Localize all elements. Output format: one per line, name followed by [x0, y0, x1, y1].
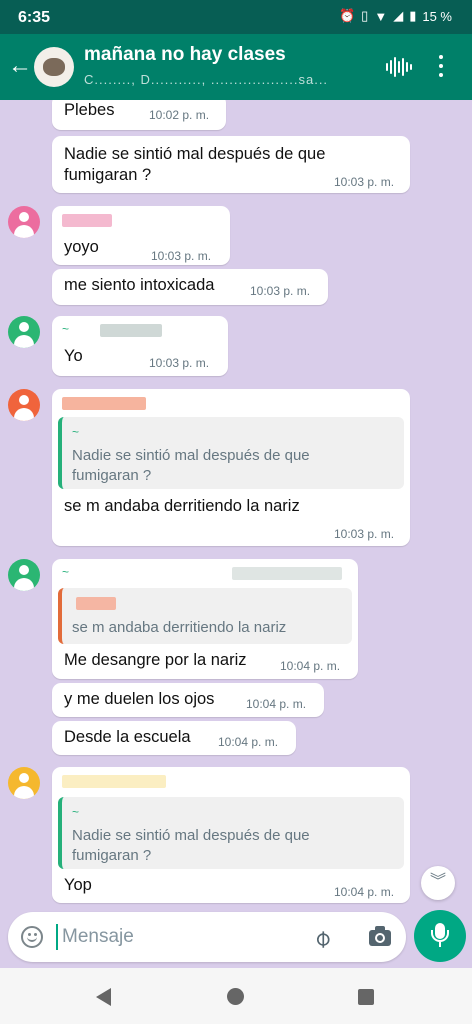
message-input[interactable]	[56, 924, 296, 950]
message-bubble[interactable]: ~ se m andaba derritiendo la nariz Me de…	[52, 559, 358, 679]
message-bubble[interactable]: Plebes 10:02 p. m.	[52, 100, 226, 130]
nav-recents-icon[interactable]	[358, 989, 374, 1005]
sender-name: ~	[62, 322, 70, 336]
message-text: Yop	[64, 876, 92, 894]
chat-area[interactable]: Plebes 10:02 p. m. Nadie se sintió mal d…	[0, 100, 472, 918]
message-text: se m andaba derritiendo la nariz	[64, 497, 300, 515]
status-bar: 6:35 ⏰ ▯ ▼ ◢ ▮ 15 %	[0, 0, 472, 34]
status-icons: ⏰ ▯ ▼ ◢ ▮ 15 %	[339, 8, 452, 24]
emoji-icon[interactable]	[21, 926, 43, 948]
message-bubble[interactable]: ~ Nadie se sintió mal después de que fum…	[52, 767, 410, 903]
group-title[interactable]: mañana no hay clases	[84, 44, 286, 66]
sender-name	[62, 214, 112, 227]
message-bubble[interactable]: y me duelen los ojos 10:04 p. m.	[52, 683, 324, 717]
message-time: 10:04 p. m.	[334, 885, 395, 899]
message-time: 10:03 p. m.	[149, 356, 210, 370]
group-avatar[interactable]	[34, 47, 74, 87]
message-bubble[interactable]: Desde la escuela 10:04 p. m.	[52, 721, 296, 755]
voice-call-icon[interactable]	[386, 56, 412, 78]
quoted-message[interactable]: se m andaba derritiendo la nariz	[58, 588, 352, 644]
vibrate-icon: ▯	[361, 8, 369, 23]
sender-avatar[interactable]	[8, 206, 40, 238]
quoted-text: se m andaba derritiendo la nariz	[72, 619, 287, 636]
quoted-message[interactable]: ~ Nadie se sintió mal después de que fum…	[58, 417, 404, 489]
chat-header: ← mañana no hay clases C........, D.....…	[0, 34, 472, 100]
message-time: 10:04 p. m.	[218, 735, 279, 749]
battery-level: 15 %	[422, 8, 452, 24]
message-bubble[interactable]: ~ Yo 10:03 p. m.	[52, 316, 228, 376]
back-arrow-icon[interactable]: ←	[8, 52, 32, 80]
message-text: me siento intoxicada	[64, 276, 215, 294]
quoted-message[interactable]: ~ Nadie se sintió mal después de que fum…	[58, 797, 404, 869]
quoted-text: Nadie se sintió mal después de que fumig…	[72, 447, 310, 484]
message-time: 10:03 p. m.	[151, 249, 212, 263]
message-text: Nadie se sintió mal después de que fumig…	[64, 145, 326, 184]
voice-message-button[interactable]	[414, 910, 466, 962]
message-bubble[interactable]: me siento intoxicada 10:03 p. m.	[52, 269, 328, 305]
message-time: 10:03 p. m.	[334, 175, 395, 189]
nav-back-icon[interactable]	[96, 988, 111, 1006]
signal-icon: ◢	[393, 8, 404, 23]
message-time: 10:04 p. m.	[280, 659, 341, 673]
alarm-icon: ⏰	[338, 8, 356, 23]
sender-avatar[interactable]	[8, 316, 40, 348]
message-text: Desde la escuela	[64, 728, 191, 746]
sender-name-redacted	[232, 567, 342, 580]
attach-icon[interactable]: ⌀	[307, 923, 338, 954]
message-text: yoyo	[64, 238, 99, 256]
battery-icon: ▮	[409, 8, 417, 23]
sender-name	[62, 397, 146, 410]
camera-icon[interactable]	[369, 926, 391, 946]
quoted-text: Nadie se sintió mal después de que fumig…	[72, 827, 310, 864]
message-text: y me duelen los ojos	[64, 690, 215, 708]
sender-avatar[interactable]	[8, 389, 40, 421]
sender-name	[62, 775, 166, 788]
status-time: 6:35	[18, 9, 51, 26]
mic-icon	[431, 923, 449, 947]
wifi-icon: ▼	[374, 8, 388, 24]
message-time: 10:03 p. m.	[250, 284, 311, 298]
message-text: Me desangre por la nariz	[64, 651, 247, 669]
system-nav-bar	[0, 968, 472, 1024]
sender-avatar[interactable]	[8, 767, 40, 799]
message-time: 10:02 p. m.	[149, 108, 210, 122]
message-text: Yo	[64, 347, 83, 365]
message-composer: ⌀	[8, 912, 406, 962]
message-bubble[interactable]: ~ Nadie se sintió mal después de que fum…	[52, 389, 410, 546]
quoted-sender: ~	[72, 805, 80, 819]
sender-name: ~	[62, 565, 70, 579]
quoted-sender-redacted	[76, 597, 116, 610]
message-time: 10:04 p. m.	[246, 697, 307, 711]
scroll-down-icon[interactable]: ︾	[421, 866, 455, 900]
message-time: 10:03 p. m.	[334, 527, 395, 541]
quoted-sender: ~	[72, 425, 80, 439]
group-participants[interactable]: C........, D..........., ...............…	[84, 72, 328, 87]
nav-home-icon[interactable]	[227, 988, 244, 1005]
sender-avatar[interactable]	[8, 559, 40, 591]
message-text: Plebes	[64, 101, 115, 119]
message-bubble[interactable]: Nadie se sintió mal después de que fumig…	[52, 136, 410, 193]
message-bubble[interactable]: yoyo 10:03 p. m.	[52, 206, 230, 265]
sender-name-redacted	[100, 324, 162, 337]
more-menu-icon[interactable]	[438, 55, 444, 79]
